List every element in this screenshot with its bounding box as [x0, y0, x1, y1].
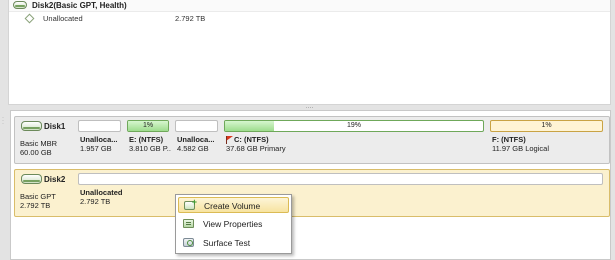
- partition-usage-bar: 1%: [127, 120, 169, 132]
- menu-item-label: View Properties: [203, 219, 263, 229]
- partition-detail: 2.792 TB: [80, 197, 111, 206]
- list-item-capacity: 2.792 TB: [175, 14, 206, 23]
- menu-item-label: Create Volume: [204, 201, 261, 211]
- disk2-row[interactable]: Disk2 Basic GPT 2.792 TB Unallocated 2.7…: [14, 169, 610, 217]
- left-grip-handle[interactable]: · · ·: [2, 115, 6, 127]
- usage-percent: 1%: [142, 122, 154, 129]
- unallocated-diamond-icon: [24, 13, 35, 24]
- disk1-type: Basic MBR: [20, 139, 58, 148]
- partition-label: E: (NTFS): [129, 135, 164, 144]
- partition-detail: 4.582 GB: [177, 144, 209, 153]
- partition-label: Unalloca...: [80, 135, 118, 144]
- disk1-size: 60.00 GB: [20, 148, 52, 157]
- usage-percent: 19%: [346, 122, 361, 129]
- partition-c-ntfs[interactable]: 19% C: (NTFS) 37.68 GB Primary: [224, 120, 484, 160]
- pane-splitter[interactable]: ....: [8, 103, 611, 110]
- partition-detail: 37.68 GB Primary: [226, 144, 286, 153]
- partition-detail: 3.810 GB P...: [129, 144, 171, 153]
- partition-label-text: C: (NTFS): [234, 135, 269, 144]
- menu-item-surface-test[interactable]: Surface Test: [178, 235, 289, 251]
- partition-detail: 1.957 GB: [80, 144, 112, 153]
- menu-item-create-volume[interactable]: Create Volume: [178, 197, 289, 213]
- disk-drive-icon: [13, 1, 27, 9]
- disk1-info[interactable]: Disk1 Basic MBR 60.00 GB: [15, 117, 85, 163]
- disk2-size: 2.792 TB: [20, 201, 51, 210]
- disk-drive-icon: [21, 121, 42, 131]
- partition-list-pane: Disk2(Basic GPT, Health) Unallocated 2.7…: [8, 0, 611, 105]
- partition-usage-bar: 19%: [224, 120, 484, 132]
- disk-list-header-title: Disk2(Basic GPT, Health): [32, 1, 127, 10]
- disk1-name: Disk1: [44, 122, 66, 131]
- partition-label: F: (NTFS): [492, 135, 526, 144]
- disk2-name: Disk2: [44, 175, 66, 184]
- partition-label: Unallocated: [80, 188, 123, 197]
- disk-map-area: Disk1 Basic MBR 60.00 GB Unalloca... 1.9…: [10, 110, 611, 260]
- partition-usage-bar: 1%: [490, 120, 603, 132]
- disk2-info[interactable]: Disk2 Basic GPT 2.792 TB: [15, 170, 85, 216]
- usage-percent: 1%: [541, 122, 552, 129]
- disk-list-header[interactable]: Disk2(Basic GPT, Health): [9, 0, 610, 12]
- list-item-name: Unallocated: [43, 14, 83, 23]
- list-item-unallocated[interactable]: Unallocated 2.792 TB: [9, 13, 610, 24]
- create-volume-icon: [184, 197, 197, 210]
- partition-detail: 11.97 GB Logical: [492, 144, 549, 153]
- boot-flag-icon: [226, 136, 233, 144]
- disk-drive-icon: [21, 174, 42, 184]
- partition-e-ntfs[interactable]: 1% E: (NTFS) 3.810 GB P...: [127, 120, 171, 160]
- partition-bar: [78, 173, 603, 185]
- partition-unallocated-disk2[interactable]: Unallocated 2.792 TB: [78, 173, 603, 213]
- context-menu: Create Volume View Properties Surface Te…: [175, 194, 292, 254]
- partition-bar: [78, 120, 121, 132]
- partition-label: Unalloca...: [177, 135, 215, 144]
- partition-unallocated-1[interactable]: Unalloca... 1.957 GB: [78, 120, 121, 160]
- disk1-row[interactable]: Disk1 Basic MBR 60.00 GB Unalloca... 1.9…: [14, 116, 610, 164]
- disk2-type: Basic GPT: [20, 192, 56, 201]
- menu-item-label: Surface Test: [203, 238, 251, 248]
- partition-label: C: (NTFS): [226, 135, 269, 144]
- partition-f-ntfs[interactable]: 1% F: (NTFS) 11.97 GB Logical: [490, 120, 603, 160]
- surface-test-icon: [183, 238, 194, 247]
- partition-bar: [175, 120, 218, 132]
- partition-unallocated-2[interactable]: Unalloca... 4.582 GB: [175, 120, 218, 160]
- properties-icon: [183, 219, 194, 228]
- menu-item-view-properties[interactable]: View Properties: [178, 216, 289, 232]
